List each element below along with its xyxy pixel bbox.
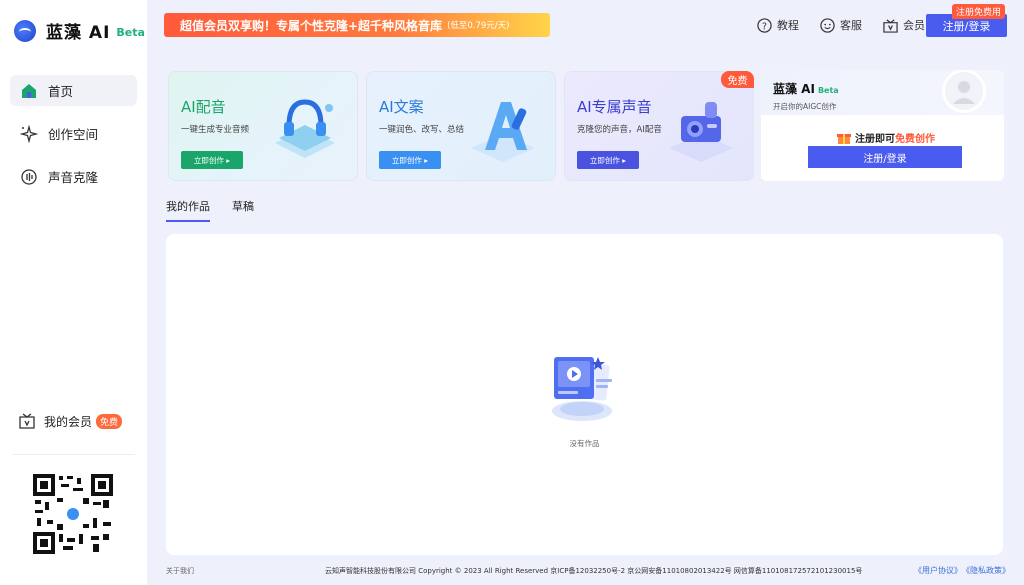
privacy-policy-link[interactable]: 《隐私政策》 [966, 566, 1010, 575]
headphones-icon [275, 99, 335, 158]
tab-drafts[interactable]: 草稿 [232, 198, 254, 222]
promo-login-button[interactable]: 注册/登录 [808, 146, 962, 168]
sidebar-item-voice-clone[interactable]: 声音克隆 [10, 161, 137, 192]
promo-subtitle: 开启你的AIGC创作 [773, 102, 837, 111]
help-icon: ? [757, 17, 772, 33]
vip-icon [18, 412, 36, 430]
beta-label: Beta [116, 26, 145, 39]
banner-main-text: 超值会员双享购！专属个性克隆+超千种风格音库 [180, 18, 443, 33]
app-logo[interactable]: 蓝藻 AI Beta [14, 18, 145, 43]
promo-banner[interactable]: 超值会员双享购！专属个性克隆+超千种风格音库 (低至0.79元/天) [164, 13, 550, 37]
works-panel: 没有作品 [166, 234, 1003, 555]
header-links: ? 教程 客服 会员 [757, 17, 946, 33]
user-agreement-link[interactable]: 《用户协议》 [914, 566, 962, 575]
sidebar-nav: 首页 创作空间 声音克隆 [10, 75, 137, 204]
sparkle-icon [20, 124, 38, 143]
tab-my-works[interactable]: 我的作品 [166, 198, 210, 222]
empty-state-text: 没有作品 [569, 439, 600, 448]
recorder-icon [669, 102, 733, 162]
banner-sub-text: (低至0.79元/天) [447, 21, 510, 31]
card-desc: 克隆您的声音，AI配音 [577, 125, 662, 135]
login-free-badge: 注册免费用 [952, 4, 1006, 19]
logo-icon [14, 19, 36, 42]
tutorial-link[interactable]: ? 教程 [757, 17, 799, 33]
card-desc: 一键生成专业音频 [181, 125, 250, 135]
letter-a-icon [471, 102, 535, 162]
create-now-button[interactable]: 立即创作 ▸ [181, 151, 243, 169]
sidebar-divider [12, 454, 135, 455]
card-title: AI专属声音 [577, 98, 652, 116]
card-ai-copywriting[interactable]: AI文案 一键润色、改写、总结 立即创作 ▸ [366, 71, 556, 181]
home-icon [20, 82, 38, 100]
card-desc: 一键润色、改写、总结 [379, 125, 465, 135]
footer-links: 《用户协议》 《隐私政策》 [910, 565, 1010, 576]
card-ai-dubbing[interactable]: AI配音 一键生成专业音频 立即创作 ▸ [168, 71, 358, 181]
app-name: 蓝藻 AI [46, 23, 111, 43]
sidebar-item-label: 声音克隆 [48, 170, 99, 185]
member-label: 我的会员 [44, 414, 93, 429]
sidebar: 蓝藻 AI Beta 首页 创作空间 声音克隆 我的会员 免费 [0, 0, 147, 585]
service-icon [820, 17, 835, 33]
avatar [942, 70, 986, 113]
sidebar-item-home[interactable]: 首页 [10, 75, 137, 106]
about-us-link[interactable]: 关于我们 [166, 566, 194, 576]
promo-hint: 注册即可 免费创作 [837, 130, 935, 145]
create-now-button[interactable]: 立即创作 ▸ [379, 151, 441, 169]
voice-clone-icon [20, 168, 38, 186]
login-promo-card: 蓝藻 AI Beta 开启你的AIGC创作 注册即可 免费创作 注册/登录 [761, 70, 1004, 181]
create-now-button[interactable]: 立即创作 ▸ [577, 151, 639, 169]
free-badge: 免费 [721, 71, 754, 88]
card-title: AI配音 [181, 98, 226, 116]
qr-code [33, 474, 113, 554]
vip-link[interactable]: 会员 [883, 17, 925, 33]
free-badge: 免费 [96, 413, 123, 429]
sidebar-item-member[interactable]: 我的会员 免费 [18, 412, 123, 430]
svg-text:?: ? [762, 21, 767, 32]
copyright-text: 云知声智能科技股份有限公司 Copyright © 2023 All Right… [325, 567, 863, 575]
gift-icon [837, 133, 851, 144]
empty-video-icon [552, 357, 612, 421]
card-title: AI文案 [379, 98, 424, 116]
vip-icon [883, 18, 898, 33]
service-link[interactable]: 客服 [820, 17, 862, 33]
sidebar-item-label: 首页 [48, 84, 74, 99]
works-tabs: 我的作品 草稿 [166, 198, 276, 222]
sidebar-item-label: 创作空间 [48, 127, 99, 142]
sidebar-item-creation-space[interactable]: 创作空间 [10, 118, 137, 149]
promo-title: 蓝藻 AI Beta [773, 82, 839, 96]
